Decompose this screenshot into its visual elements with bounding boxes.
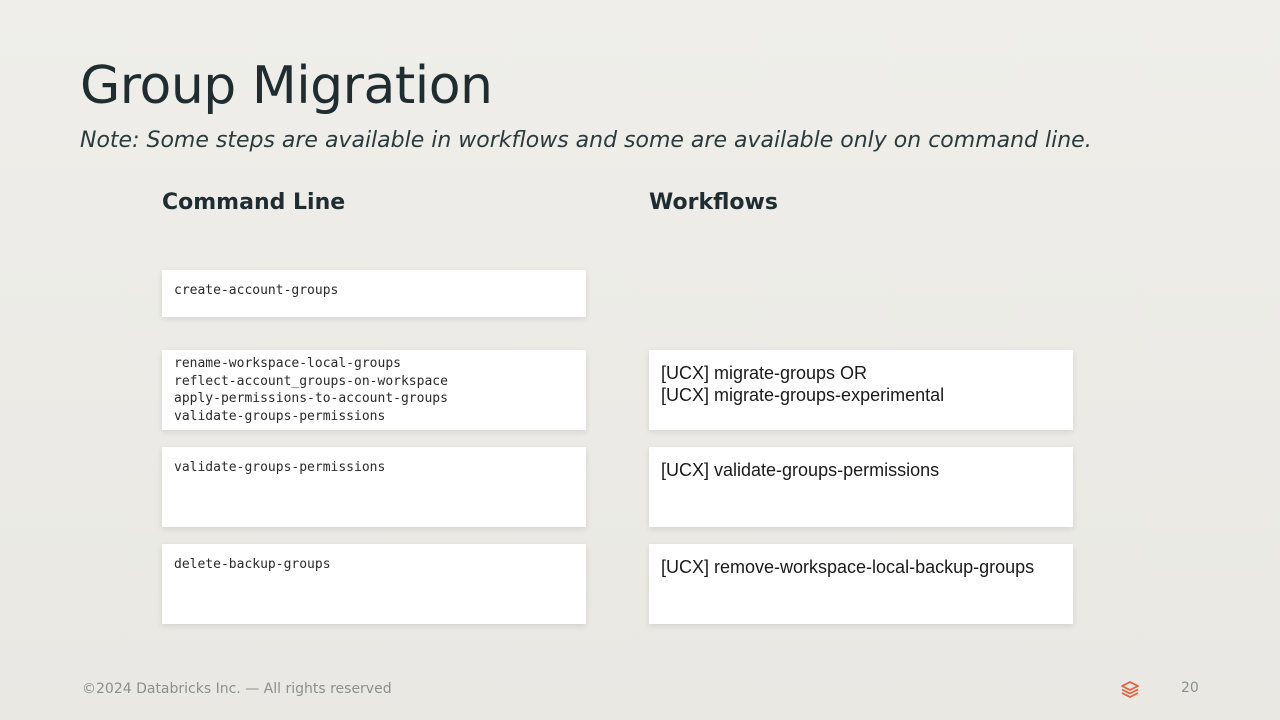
slide: Group Migration Note: Some steps are ava… [0,0,1280,720]
workflow-text: [UCX] remove-workspace-local-backup-grou… [661,557,1035,577]
command-line-text: apply-permissions-to-account-groups [174,391,448,406]
command-line-text: validate-groups-permissions [174,408,386,424]
command-line-text: rename-workspace-local-groups [174,356,401,371]
workflow-text: [UCX] migrate-groups-experimental [661,385,945,405]
workflow-card-remove-backup-groups: [UCX] remove-workspace-local-backup-grou… [649,544,1073,624]
command-line-text: validate-groups-permissions [174,460,386,475]
page-number: 20 [1181,680,1199,696]
command-line-heading: Command Line [162,190,346,215]
footer-copyright: ©2024 Databricks Inc. — All rights reser… [82,681,392,697]
command-card-validate-groups-permissions: validate-groups-permissions [162,447,586,527]
command-card-migrate-groups: rename-workspace-local-groups reflect-ac… [162,350,586,430]
workflow-text: [UCX] validate-groups-permissions [661,460,940,480]
workflows-heading: Workflows [649,190,778,215]
workflow-text: [UCX] migrate-groups OR [661,363,868,383]
command-line-text: delete-backup-groups [174,557,331,572]
workflow-card-migrate-groups: [UCX] migrate-groups OR [UCX] migrate-gr… [649,350,1073,430]
slide-note: Note: Some steps are available in workfl… [80,128,1092,153]
slide-title: Group Migration [80,56,493,116]
command-line-text: create-account-groups [174,283,339,298]
command-line-text: reflect-account_groups-on-workspace [174,373,448,389]
databricks-logo-icon [1121,681,1139,698]
command-card-delete-backup-groups: delete-backup-groups [162,544,586,624]
command-card-create-account-groups: create-account-groups [162,270,586,317]
workflow-card-validate-groups-permissions: [UCX] validate-groups-permissions [649,447,1073,527]
